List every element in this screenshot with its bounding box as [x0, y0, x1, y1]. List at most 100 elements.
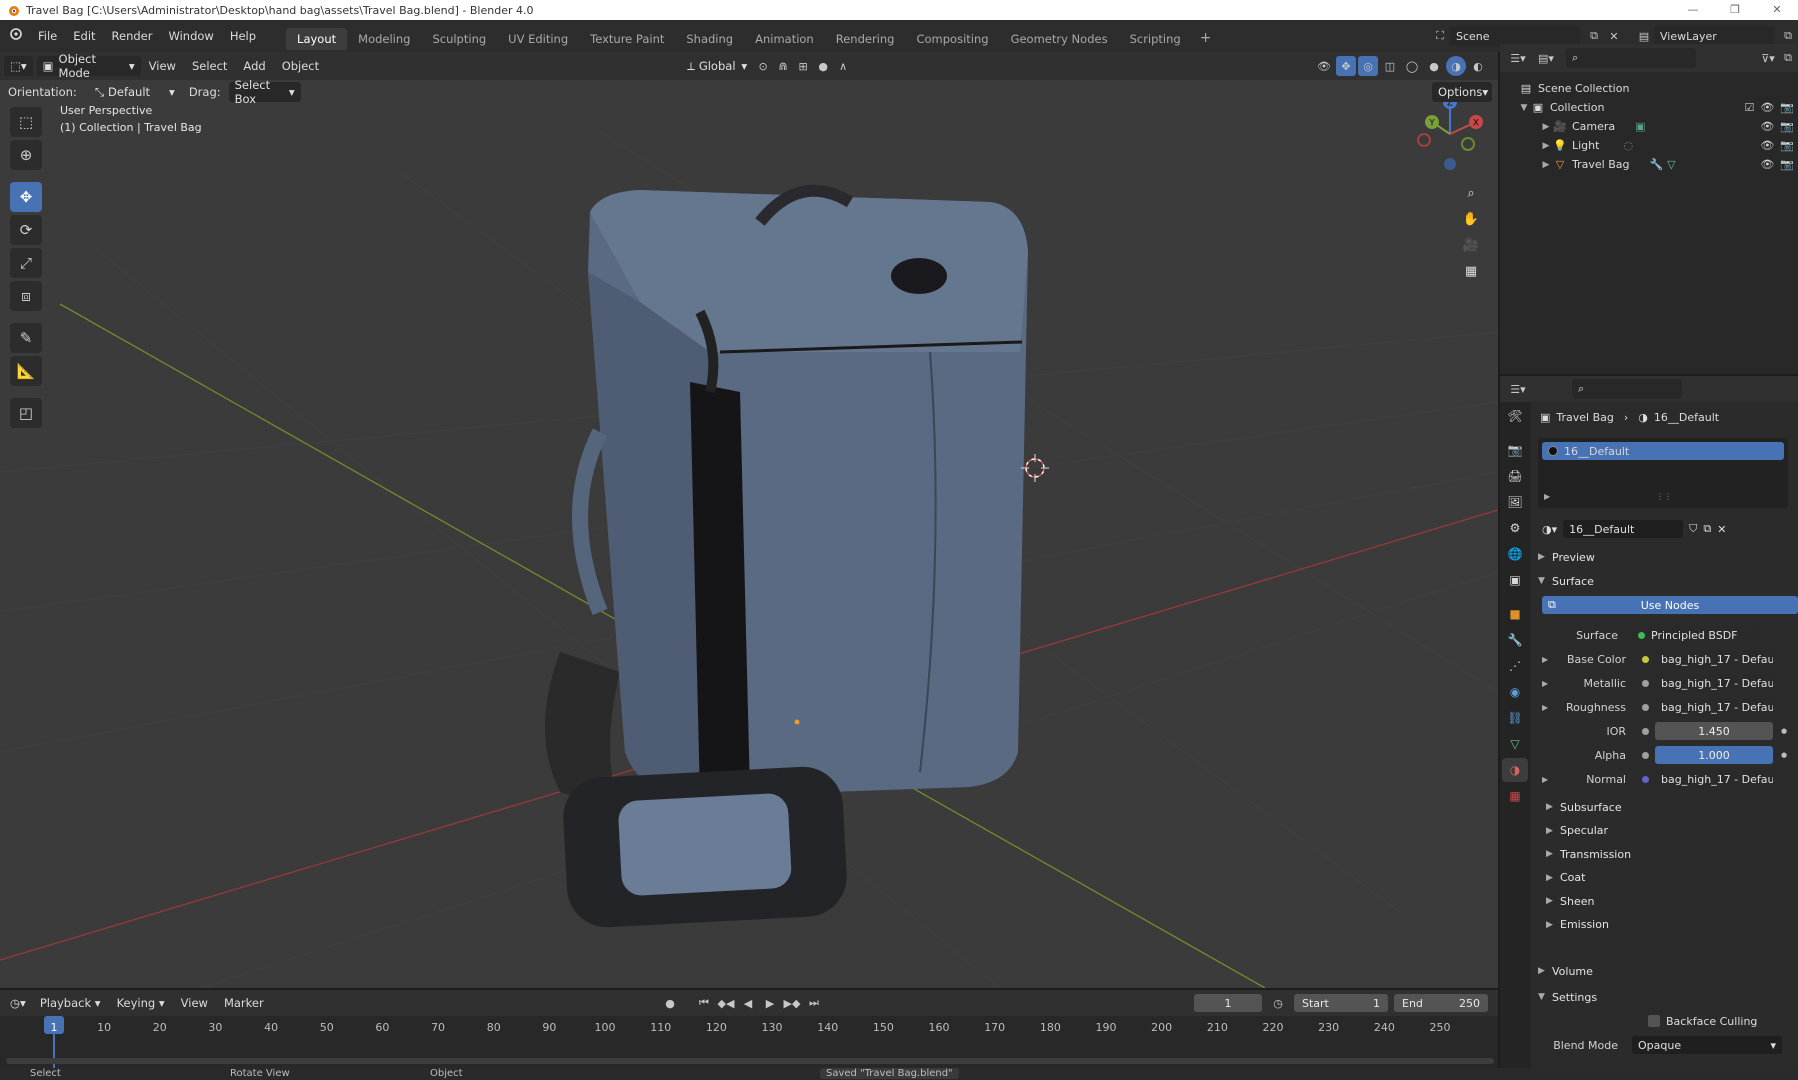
duplicate-material-icon[interactable]: ⧉ — [1703, 522, 1711, 536]
socket-icon[interactable] — [1642, 751, 1649, 759]
proportional-edit-icon[interactable]: ● — [813, 56, 833, 76]
subpanel-specular[interactable]: ▶ Specular — [1546, 820, 1798, 842]
world-tab-icon[interactable]: 🌐 — [1502, 542, 1528, 566]
properties-search-input[interactable]: ⌕ — [1572, 379, 1682, 399]
eye-icon[interactable]: 👁 — [1760, 139, 1774, 152]
jump-to-prev-keyframe-icon[interactable]: ◆◀ — [716, 993, 736, 1013]
linked-texture-field[interactable]: bag_high_17 - Defaul... — [1655, 674, 1773, 692]
minimize-icon[interactable]: — — [1672, 0, 1714, 20]
add-workspace-icon[interactable]: + — [1192, 30, 1220, 46]
jump-to-end-icon[interactable]: ⏭ — [804, 993, 824, 1013]
options-dropdown[interactable]: Options ▾ — [1432, 82, 1492, 102]
cursor-tool-icon[interactable]: ⊕ — [10, 140, 42, 170]
transform-tool-icon[interactable]: ⧈ — [10, 281, 42, 311]
timeline-area[interactable]: 1 10 20 30 40 50 60 70 80 90 100 110 120 130 140 150 160… — [0, 1016, 1498, 1068]
wireframe-shading-icon[interactable]: ◯ — [1402, 56, 1422, 76]
eye-icon[interactable]: 👁 — [1760, 120, 1774, 133]
constraints-tab-icon[interactable]: ⛓ — [1502, 706, 1528, 730]
socket-icon[interactable] — [1642, 727, 1649, 735]
delete-scene-icon[interactable]: ✕ — [1604, 26, 1624, 46]
expand-arrow-icon[interactable]: ▶ — [1542, 703, 1558, 712]
menu-window[interactable]: Window — [160, 20, 221, 52]
snap-target-icon[interactable]: ⊞ — [793, 56, 813, 76]
unlink-material-icon[interactable]: ✕ — [1717, 523, 1726, 536]
camera-data-icon[interactable]: ▣ — [1635, 120, 1645, 133]
timeline-menu-view[interactable]: View — [173, 996, 216, 1010]
checkbox-icon[interactable]: ☑ — [1744, 101, 1754, 114]
new-collection-icon[interactable]: ⧉ — [1778, 48, 1798, 68]
outliner-row-camera[interactable]: ▶ 🎥 Camera ▣ 👁 📷 — [1500, 117, 1798, 136]
start-frame-field[interactable]: Start 1 — [1294, 994, 1388, 1012]
timeline-menu-keying[interactable]: Keying ▾ — [109, 996, 173, 1010]
menu-render[interactable]: Render — [104, 20, 161, 52]
xray-icon[interactable]: ◫ — [1380, 56, 1400, 76]
numeric-value-field[interactable]: 1.450 — [1655, 722, 1773, 740]
panel-volume[interactable]: ▶ Volume — [1538, 960, 1798, 982]
menu-file[interactable]: File — [30, 20, 65, 52]
timeline-scrollbar[interactable] — [6, 1058, 1494, 1064]
modifier-wrench-icon[interactable]: 🔧 — [1649, 158, 1663, 171]
surface-shader-field[interactable]: Principled BSDF — [1632, 626, 1756, 644]
camera-render-icon[interactable]: 📷 — [1780, 158, 1794, 171]
falloff-icon[interactable]: ∧ — [833, 56, 853, 76]
workspace-tab-shading[interactable]: Shading — [675, 28, 744, 50]
material-slot-row[interactable]: 16__Default — [1542, 442, 1784, 460]
new-view-layer-icon[interactable]: ⧉ — [1778, 26, 1798, 46]
play-icon[interactable]: ▶ — [760, 993, 780, 1013]
tool-tab-icon[interactable]: 🛠 — [1502, 404, 1528, 428]
timeline-editor-type-icon[interactable]: ◷▾ — [4, 993, 32, 1013]
subpanel-subsurface[interactable]: ▶ Subsurface — [1546, 796, 1798, 818]
outliner-row-scene-collection[interactable]: ▤ Scene Collection — [1500, 79, 1798, 98]
mode-dropdown[interactable]: ▣ Object Mode ▾ — [36, 52, 141, 80]
linked-texture-field[interactable]: bag_high_17 - Defaul... — [1655, 770, 1773, 788]
keyframe-dot-icon[interactable]: ● — [1781, 727, 1787, 735]
expand-arrow-icon[interactable]: ▶ — [1540, 141, 1552, 151]
scale-tool-icon[interactable]: ⤢ — [10, 248, 42, 278]
scene-name-field[interactable]: Scene — [1450, 26, 1580, 46]
object-tab-icon[interactable]: ■ — [1502, 602, 1528, 626]
rotate-tool-icon[interactable]: ⟳ — [10, 215, 42, 245]
snap-icon[interactable]: ⋒ — [773, 56, 793, 76]
pan-hand-icon[interactable]: ✋ — [1458, 206, 1484, 232]
pivot-point-icon[interactable]: ⊙ — [753, 56, 773, 76]
use-nodes-button[interactable]: ⧉ Use Nodes — [1542, 596, 1798, 614]
gizmo-toggle-icon[interactable]: ✥ — [1336, 56, 1356, 76]
restore-icon[interactable]: ❐ — [1714, 0, 1756, 20]
subpanel-emission[interactable]: ▶ Emission — [1546, 914, 1798, 936]
material-preview-shading-icon[interactable]: ◑ — [1446, 56, 1466, 76]
eye-icon[interactable]: 👁 — [1760, 158, 1774, 171]
blender-menu-icon[interactable] — [0, 20, 30, 52]
menu-select[interactable]: Select — [184, 59, 235, 73]
camera-render-icon[interactable]: 📷 — [1780, 120, 1794, 133]
workspace-tab-modeling[interactable]: Modeling — [347, 28, 421, 50]
data-tab-icon[interactable]: ▽ — [1502, 732, 1528, 756]
move-tool-icon[interactable]: ✥ — [10, 182, 42, 212]
view-layer-field[interactable]: ViewLayer — [1654, 26, 1774, 46]
expand-arrow-icon[interactable]: ▶ — [1540, 160, 1552, 170]
outliner-row-collection[interactable]: ▼ ▣ Collection ☑ 👁 📷 — [1500, 98, 1798, 117]
resize-handle-icon[interactable]: ⋮⋮ — [1656, 492, 1672, 501]
collapse-arrow-icon[interactable]: ▼ — [1518, 103, 1530, 113]
jump-to-next-keyframe-icon[interactable]: ▶◆ — [782, 993, 802, 1013]
menu-view[interactable]: View — [141, 59, 184, 73]
editor-type-icon[interactable]: ⬚▾ — [4, 56, 33, 76]
scene-tab-icon[interactable]: ⚙ — [1502, 516, 1528, 540]
physics-tab-icon[interactable]: ◉ — [1502, 680, 1528, 704]
linked-texture-field[interactable]: bag_high_17 - Defaul... — [1655, 698, 1773, 716]
keyframe-dot-icon[interactable]: ● — [1781, 751, 1787, 759]
measure-tool-icon[interactable]: 📐 — [10, 356, 42, 386]
workspace-tab-texture-paint[interactable]: Texture Paint — [579, 28, 675, 50]
workspace-tab-animation[interactable]: Animation — [744, 28, 825, 50]
workspace-tab-scripting[interactable]: Scripting — [1119, 28, 1192, 50]
rendered-shading-icon[interactable]: ◐ — [1468, 56, 1488, 76]
ortho-grid-icon[interactable]: ▦ — [1458, 258, 1484, 284]
mesh-data-icon[interactable]: ▽ — [1667, 158, 1675, 171]
properties-editor-type-icon[interactable]: ☰▾ — [1508, 379, 1528, 399]
visibility-icon[interactable]: 👁 — [1314, 56, 1334, 76]
timeline-menu-marker[interactable]: Marker — [216, 996, 272, 1010]
socket-icon[interactable] — [1642, 703, 1649, 711]
workspace-tab-rendering[interactable]: Rendering — [825, 28, 906, 50]
outliner-row-travel-bag[interactable]: ▶ ▽ Travel Bag 🔧 ▽ 👁 📷 — [1500, 155, 1798, 174]
socket-icon[interactable] — [1642, 679, 1649, 687]
workspace-tab-compositing[interactable]: Compositing — [905, 28, 999, 50]
